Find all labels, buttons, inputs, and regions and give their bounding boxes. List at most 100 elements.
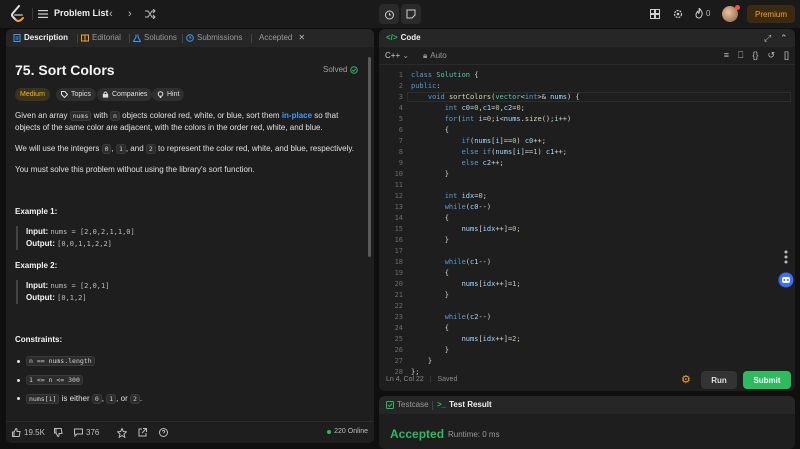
code-editor[interactable]: 1 class Solution { 2 public: 3 void sort… — [379, 69, 795, 376]
lock-icon — [102, 91, 109, 98]
online-dot — [327, 429, 332, 434]
tab-testcase-label: Testcase — [397, 400, 429, 409]
reset-icon[interactable]: ↺ — [767, 50, 775, 61]
hint-chip[interactable]: Hint — [152, 88, 185, 101]
expand-icon[interactable]: ⤢ — [764, 32, 771, 44]
lock-icon: 🔒︎ — [423, 51, 428, 60]
tab-divider — [77, 34, 78, 43]
problem-list-link[interactable]: Problem List — [54, 8, 109, 18]
chevron-right-icon[interactable]: › — [128, 8, 132, 20]
constraint-text: You must solve this problem without usin… — [15, 165, 255, 174]
tab-solutions-label: Solutions — [144, 33, 177, 42]
book-icon — [81, 34, 89, 41]
in-place-link[interactable]: in-place — [282, 111, 312, 120]
language-select[interactable]: C++ ⌄ — [385, 51, 409, 60]
code-editor-panel: </> Code ⤢ ⌃ C++ ⌄ 🔒︎ Auto ≡ ⎕ {} ↺ [] 1 … — [379, 29, 795, 391]
tab-divider — [251, 34, 252, 43]
comment-icon — [74, 428, 83, 437]
run-button[interactable]: Run — [701, 371, 737, 389]
code-tabbar: </> Code ⤢ ⌃ — [379, 29, 795, 47]
description-tabbar: Description Editorial Solutions Submissi… — [6, 29, 374, 47]
bookmark-icon[interactable]: ⎕ — [738, 50, 743, 61]
solved-label: Solved — [323, 65, 348, 74]
hint-label: Hint — [167, 91, 180, 98]
close-icon[interactable]: ✕ — [298, 33, 305, 42]
assistant-bot-icon[interactable] — [778, 272, 794, 288]
leetcode-logo-icon[interactable] — [10, 5, 26, 23]
cursor-position: Ln 4, Col 22 — [386, 376, 424, 383]
online-count: 220 Online — [327, 428, 368, 435]
comment-count: 376 — [86, 428, 100, 437]
thumbs-down-icon[interactable] — [54, 428, 63, 437]
gear-icon[interactable] — [673, 9, 683, 19]
top-nav-bar: Problem List ‹ › 0 Premium — [0, 0, 800, 28]
constraints-title: Constraints: — [15, 335, 63, 344]
chevron-up-icon[interactable]: ⌃ — [780, 32, 788, 44]
editor-status: Ln 4, Col 22 | Saved — [386, 376, 458, 383]
tab-accepted[interactable]: Accepted ✕ — [259, 33, 305, 42]
chevron-left-icon[interactable]: ‹ — [109, 8, 113, 20]
description-scrollbar[interactable] — [368, 57, 371, 257]
submit-button[interactable]: Submit — [743, 371, 791, 389]
tab-submissions[interactable]: Submissions — [186, 33, 242, 42]
code-brackets-icon: </> — [386, 33, 398, 42]
flame-streak-icon[interactable] — [695, 8, 703, 19]
tab-description-label: Description — [24, 33, 69, 42]
topbar-divider — [32, 8, 33, 20]
tab-editorial-label: Editorial — [92, 33, 121, 42]
tab-test-result-label: Test Result — [449, 400, 492, 409]
settings-brackets-icon[interactable]: [] — [784, 50, 789, 61]
tag-icon — [61, 91, 68, 98]
help-icon[interactable] — [159, 428, 168, 437]
constraint-item: 1 <= n <= 300 — [17, 375, 83, 385]
inline-code: n — [110, 111, 120, 121]
tab-testcase[interactable]: Testcase — [386, 400, 429, 409]
check-circle-icon — [350, 65, 359, 74]
save-status: Saved — [437, 376, 458, 383]
terminal-icon: >_ — [437, 400, 447, 409]
tab-code[interactable]: </> Code — [386, 33, 421, 42]
tab-editorial[interactable]: Editorial — [81, 33, 121, 42]
history-icon — [186, 33, 194, 42]
comments-button[interactable]: 376 — [74, 428, 99, 437]
auto-mode[interactable]: 🔒︎ Auto — [423, 51, 447, 61]
tab-solutions[interactable]: Solutions — [133, 33, 177, 42]
topics-chip[interactable]: Topics — [56, 88, 96, 101]
constraint-item: n == nums.length — [17, 356, 95, 366]
shuffle-icon[interactable] — [145, 9, 156, 19]
constraint-item: nums[i] is either 0, 1, or 2. — [17, 394, 142, 404]
problem-title: 75. Sort Colors — [15, 62, 115, 78]
verdict-text: Accepted — [390, 427, 445, 441]
description-footer: 19.5K 376 220 Online — [6, 421, 374, 443]
grid-layout-icon[interactable] — [650, 9, 660, 19]
companies-label: Companies — [112, 91, 148, 98]
solved-status: Solved — [323, 65, 359, 74]
share-icon[interactable] — [138, 428, 147, 437]
dots-menu-icon[interactable] — [778, 249, 794, 265]
tab-accepted-label: Accepted — [259, 33, 293, 42]
companies-chip[interactable]: Companies — [97, 88, 153, 101]
format-icon[interactable]: ≡ — [724, 50, 729, 61]
like-button[interactable]: 19.5K — [12, 428, 45, 437]
premium-button[interactable]: Premium — [747, 5, 795, 23]
code-toolbar: C++ ⌄ 🔒︎ Auto ≡ ⎕ {} ↺ [] — [379, 47, 795, 65]
example-2-title: Example 2: — [15, 261, 58, 270]
tab-test-result[interactable]: >_ Test Result — [437, 400, 492, 409]
tab-description[interactable]: Description — [13, 33, 68, 42]
integer-mapping-text: We will use the integers 0, 1, and 2 to … — [15, 144, 354, 154]
braces-icon[interactable]: {} — [752, 50, 758, 61]
note-icon — [406, 9, 416, 19]
lightbulb-icon — [157, 91, 164, 98]
notes-button[interactable] — [401, 4, 421, 24]
problem-statement: Given an array nums with n objects color… — [15, 111, 339, 132]
like-count: 19.5K — [24, 428, 45, 437]
runtime-text: Runtime: 0 ms — [448, 430, 500, 439]
example-1-title: Example 1: — [15, 207, 58, 216]
list-icon[interactable] — [38, 9, 48, 19]
debug-icon[interactable]: ⚙ — [681, 374, 691, 386]
star-icon[interactable] — [117, 428, 127, 438]
timer-button[interactable] — [379, 4, 399, 24]
example-1-block: Input: nums = [2,0,2,1,1,0] Output: [0,0… — [16, 226, 135, 250]
checkbox-icon — [386, 400, 394, 409]
document-icon — [13, 33, 21, 42]
